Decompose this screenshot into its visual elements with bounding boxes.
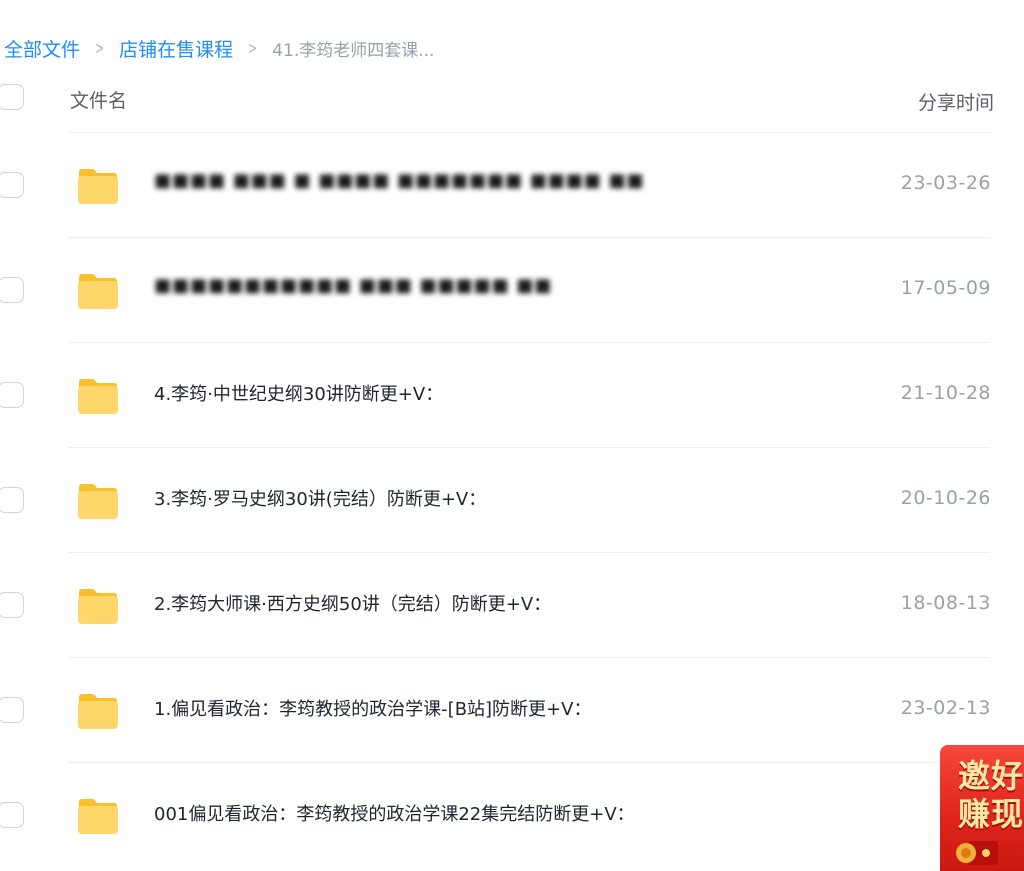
- chevron-right-icon: >: [248, 37, 258, 59]
- row-divider: [68, 132, 990, 133]
- row-divider: [68, 342, 990, 343]
- folder-icon: [78, 169, 118, 204]
- promo-invite-banner[interactable]: 邀好 赚现: [940, 745, 1024, 871]
- share-date: 17-05-09: [900, 277, 991, 299]
- breadcrumb-all-files[interactable]: 全部文件: [4, 35, 80, 62]
- red-envelope-icon: [956, 841, 998, 865]
- column-header-share-time[interactable]: 分享时间: [918, 88, 994, 115]
- breadcrumb-current-folder: 41.李筠老师四套课...: [272, 40, 435, 61]
- file-browser: 全部文件 > 店铺在售课程 > 41.李筠老师四套课... 文件名 分享时间 ■…: [0, 0, 1024, 871]
- file-name[interactable]: 1.偏见看政治：李筠教授的政治学课-[B站]防断更+V：: [154, 695, 591, 721]
- file-name[interactable]: 4.李筠·中世纪史纲30讲防断更+V：: [154, 380, 443, 406]
- file-name[interactable]: 001偏见看政治：李筠教授的政治学课22集完结防断更+V：: [154, 800, 635, 826]
- breadcrumb: 全部文件 > 店铺在售课程 > 41.李筠老师四套课...: [4, 34, 434, 62]
- row-checkbox[interactable]: [0, 802, 24, 828]
- file-row[interactable]: 1.偏见看政治：李筠教授的政治学课-[B站]防断更+V： 23-02-13: [0, 657, 1024, 762]
- row-checkbox[interactable]: [0, 382, 24, 408]
- folder-icon: [78, 694, 118, 729]
- select-all-checkbox[interactable]: [0, 84, 24, 110]
- share-date: 18-08-13: [900, 592, 991, 614]
- file-name[interactable]: ■■■■ ■■■ ■ ■■■■ ■■■■■■■ ■■■■ ■■: [154, 170, 645, 191]
- chevron-right-icon: >: [95, 37, 105, 59]
- file-name[interactable]: 3.李筠·罗马史纲30讲(完结）防断更+V：: [154, 485, 486, 511]
- breadcrumb-store-courses[interactable]: 店铺在售课程: [119, 35, 233, 62]
- share-date: 20-10-26: [900, 487, 991, 509]
- row-checkbox[interactable]: [0, 487, 24, 513]
- row-divider: [68, 762, 990, 763]
- folder-icon: [78, 484, 118, 519]
- folder-icon: [78, 274, 118, 309]
- file-row[interactable]: 4.李筠·中世纪史纲30讲防断更+V： 21-10-28: [0, 342, 1024, 447]
- file-name[interactable]: 2.李筠大师课·西方史纲50讲（完结）防断更+V：: [154, 590, 551, 616]
- row-divider: [68, 657, 990, 658]
- share-date: 23-03-26: [900, 172, 991, 194]
- row-divider: [68, 447, 990, 448]
- folder-icon: [78, 799, 118, 834]
- file-row[interactable]: 3.李筠·罗马史纲30讲(完结）防断更+V： 20-10-26: [0, 447, 1024, 552]
- row-checkbox[interactable]: [0, 172, 24, 198]
- row-divider: [68, 237, 990, 238]
- column-header-filename[interactable]: 文件名: [70, 86, 127, 113]
- file-row[interactable]: ■■■■ ■■■ ■ ■■■■ ■■■■■■■ ■■■■ ■■ 23-03-26: [0, 132, 1024, 237]
- row-checkbox[interactable]: [0, 697, 24, 723]
- row-checkbox[interactable]: [0, 277, 24, 303]
- file-row[interactable]: 001偏见看政治：李筠教授的政治学课22集完结防断更+V：23-0: [0, 762, 1024, 867]
- share-date: 21-10-28: [900, 382, 991, 404]
- file-name[interactable]: ■■■■■■■■■■■ ■■■ ■■■■■ ■■: [154, 275, 552, 296]
- folder-icon: [78, 379, 118, 414]
- row-divider: [68, 552, 990, 553]
- folder-icon: [78, 589, 118, 624]
- row-checkbox[interactable]: [0, 592, 24, 618]
- file-row[interactable]: 2.李筠大师课·西方史纲50讲（完结）防断更+V： 18-08-13: [0, 552, 1024, 657]
- promo-line-2: 赚现: [958, 795, 1024, 833]
- share-date: 23-02-13: [900, 697, 991, 719]
- file-row[interactable]: ■■■■■■■■■■■ ■■■ ■■■■■ ■■ 17-05-09: [0, 237, 1024, 342]
